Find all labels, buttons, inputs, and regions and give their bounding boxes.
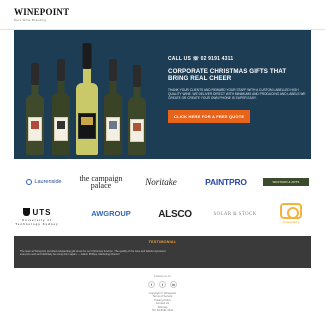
hero-description: THANK YOUR CLIENTS AND REWARD YOUR STAFF… xyxy=(168,88,306,101)
testimonial-text: The team at Winepoint provided outstandi… xyxy=(20,250,166,257)
wine-bottle xyxy=(26,63,44,155)
hero-title: CORPORATE CHRISTMAS GIFTS THAT BRING REA… xyxy=(168,68,287,82)
call-us-phone[interactable]: CALL US ☏ 02 9191 4311 xyxy=(168,56,308,62)
uts-subtitle: University of Technology Sydney xyxy=(15,218,59,226)
page: WINEPOINT Pure Wine Branding CALL US ☏ 0… xyxy=(0,0,325,313)
bottle-lineup xyxy=(14,30,154,159)
client-logo-alsco: ALSCO xyxy=(158,208,192,220)
client-logo-solar-stock: SOLAR & STOCK xyxy=(213,211,257,217)
client-logo-noritake: Noritake xyxy=(145,177,177,187)
hero-copy: CALL US ☏ 02 9191 4311 CORPORATE CHRISTM… xyxy=(168,56,308,123)
client-logo-awgroup: AWGROUP xyxy=(91,208,131,218)
twitter-icon[interactable]: t xyxy=(159,281,166,288)
linkedin-icon[interactable]: in xyxy=(170,281,177,288)
wine-bottle xyxy=(52,59,70,155)
client-logo-laurentside: Laurenside xyxy=(14,174,74,190)
client-logo-uts: UTS University of Technology Sydney xyxy=(15,207,59,227)
free-quote-button[interactable]: CLICK HERE FOR A FREE QUOTE xyxy=(168,109,251,123)
hero-banner: CALL US ☏ 02 9191 4311 CORPORATE CHRISTM… xyxy=(14,30,311,159)
site-footer: Follow us on f t in Copyright © Winepoin… xyxy=(14,268,311,313)
wine-bottle xyxy=(104,59,122,155)
wine-bottle xyxy=(128,65,146,155)
client-logo-campaign-palace: the campaign palace xyxy=(79,174,123,190)
site-logo[interactable]: WINEPOINT Pure Wine Branding xyxy=(14,7,70,23)
client-logo-western-arts: WESTERN & ARTS xyxy=(262,176,310,188)
client-logos: Laurenside the campaign palace Noritake … xyxy=(14,166,311,236)
testimonial-title: TESTIMONIAL xyxy=(148,240,177,244)
client-logo-photography: photography xyxy=(276,200,306,226)
client-logo-paintpro: PAINTPRO xyxy=(205,177,247,187)
footer-links: Copyright © Winepoint Terms of Service P… xyxy=(14,292,311,312)
logo-tagline: Pure Wine Branding xyxy=(14,18,47,22)
logo-wordmark: WINEPOINT xyxy=(14,7,70,17)
footer-link[interactable]: Tel: 02 9191 4311 xyxy=(14,309,311,312)
follow-us-label: Follow us on xyxy=(154,274,171,278)
site-header: WINEPOINT Pure Wine Branding xyxy=(0,0,325,30)
wine-bottle xyxy=(76,43,98,155)
circle-icon xyxy=(26,179,33,185)
social-links: f t in xyxy=(14,281,311,288)
shield-icon xyxy=(22,208,30,216)
camera-icon xyxy=(280,202,302,219)
facebook-icon[interactable]: f xyxy=(148,281,155,288)
testimonial-section: TESTIMONIAL The team at Winepoint provid… xyxy=(14,236,311,268)
